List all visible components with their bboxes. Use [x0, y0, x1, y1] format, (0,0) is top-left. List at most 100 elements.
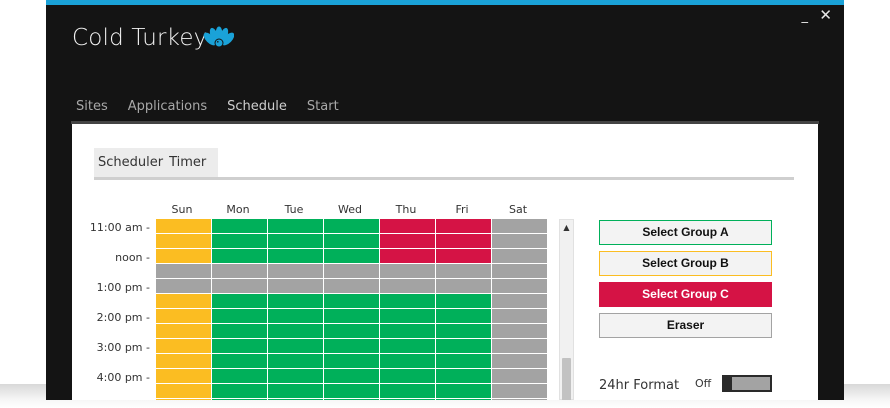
schedule-cell[interactable] — [212, 384, 267, 398]
tab-start[interactable]: Start — [307, 99, 339, 123]
schedule-cell[interactable] — [212, 249, 267, 263]
schedule-cell[interactable] — [436, 354, 491, 368]
schedule-cell[interactable] — [156, 339, 211, 353]
schedule-cell[interactable] — [212, 399, 267, 400]
schedule-cell[interactable] — [324, 219, 379, 233]
schedule-cell[interactable] — [324, 399, 379, 400]
schedule-cell[interactable] — [492, 234, 547, 248]
schedule-cell[interactable] — [156, 294, 211, 308]
schedule-cell[interactable] — [156, 369, 211, 383]
schedule-cell[interactable] — [156, 279, 211, 293]
schedule-cell[interactable] — [268, 324, 323, 338]
schedule-cell[interactable] — [212, 369, 267, 383]
schedule-cell[interactable] — [324, 264, 379, 278]
schedule-cell[interactable] — [212, 294, 267, 308]
select-group-b-button[interactable]: Select Group B — [599, 251, 772, 276]
schedule-cell[interactable] — [268, 249, 323, 263]
scroll-up-arrow-icon[interactable]: ▲ — [560, 223, 573, 232]
schedule-cell[interactable] — [324, 309, 379, 323]
tab-sites[interactable]: Sites — [76, 99, 108, 123]
schedule-cell[interactable] — [156, 264, 211, 278]
schedule-cell[interactable] — [380, 294, 435, 308]
schedule-cell[interactable] — [436, 249, 491, 263]
tab-timer[interactable]: Timer — [167, 148, 218, 178]
schedule-cell[interactable] — [380, 354, 435, 368]
schedule-cell[interactable] — [492, 354, 547, 368]
schedule-cell[interactable] — [156, 354, 211, 368]
schedule-cell[interactable] — [212, 354, 267, 368]
schedule-cell[interactable] — [268, 399, 323, 400]
schedule-cell[interactable] — [268, 294, 323, 308]
select-group-a-button[interactable]: Select Group A — [599, 220, 772, 245]
tab-schedule[interactable]: Schedule — [225, 99, 290, 123]
schedule-cell[interactable] — [380, 234, 435, 248]
scroll-thumb[interactable] — [562, 358, 571, 400]
schedule-cell[interactable] — [156, 324, 211, 338]
schedule-cell[interactable] — [268, 279, 323, 293]
schedule-cell[interactable] — [324, 324, 379, 338]
schedule-cell[interactable] — [324, 384, 379, 398]
schedule-cell[interactable] — [380, 339, 435, 353]
schedule-cell[interactable] — [436, 324, 491, 338]
schedule-cell[interactable] — [268, 339, 323, 353]
schedule-cell[interactable] — [380, 369, 435, 383]
schedule-cell[interactable] — [380, 279, 435, 293]
schedule-cell[interactable] — [380, 324, 435, 338]
schedule-cell[interactable] — [492, 279, 547, 293]
schedule-cell[interactable] — [436, 234, 491, 248]
eraser-button[interactable]: Eraser — [599, 313, 772, 338]
tab-applications[interactable]: Applications — [128, 99, 207, 123]
schedule-cell[interactable] — [268, 264, 323, 278]
schedule-cell[interactable] — [436, 219, 491, 233]
schedule-cell[interactable] — [268, 384, 323, 398]
schedule-cell[interactable] — [436, 339, 491, 353]
schedule-cell[interactable] — [492, 384, 547, 398]
schedule-cell[interactable] — [212, 234, 267, 248]
schedule-cell[interactable] — [212, 264, 267, 278]
minimize-button[interactable]: _ — [802, 9, 809, 24]
schedule-cell[interactable] — [492, 369, 547, 383]
schedule-cell[interactable] — [380, 399, 435, 400]
schedule-cell[interactable] — [212, 324, 267, 338]
schedule-cell[interactable] — [324, 339, 379, 353]
schedule-cell[interactable] — [436, 399, 491, 400]
schedule-cell[interactable] — [492, 324, 547, 338]
schedule-cell[interactable] — [324, 279, 379, 293]
schedule-cell[interactable] — [156, 399, 211, 400]
schedule-cell[interactable] — [212, 279, 267, 293]
schedule-cell[interactable] — [268, 309, 323, 323]
schedule-cell[interactable] — [156, 384, 211, 398]
toggle-knob[interactable] — [724, 377, 732, 390]
schedule-cell[interactable] — [156, 234, 211, 248]
schedule-cell[interactable] — [212, 309, 267, 323]
schedule-cell[interactable] — [212, 339, 267, 353]
schedule-cell[interactable] — [380, 309, 435, 323]
schedule-cell[interactable] — [492, 219, 547, 233]
schedule-cell[interactable] — [380, 264, 435, 278]
schedule-grid[interactable] — [156, 219, 548, 400]
schedule-cell[interactable] — [268, 219, 323, 233]
schedule-cell[interactable] — [380, 384, 435, 398]
schedule-cell[interactable] — [268, 369, 323, 383]
schedule-cell[interactable] — [380, 219, 435, 233]
schedule-cell[interactable] — [268, 354, 323, 368]
schedule-cell[interactable] — [156, 249, 211, 263]
tab-scheduler[interactable]: Scheduler — [94, 148, 168, 180]
grid-scrollbar[interactable]: ▲ — [559, 219, 574, 400]
schedule-cell[interactable] — [436, 384, 491, 398]
schedule-cell[interactable] — [324, 369, 379, 383]
schedule-cell[interactable] — [324, 249, 379, 263]
schedule-cell[interactable] — [436, 279, 491, 293]
schedule-cell[interactable] — [324, 294, 379, 308]
select-group-c-button[interactable]: Select Group C — [599, 282, 772, 307]
schedule-cell[interactable] — [268, 234, 323, 248]
close-button[interactable]: ✕ — [819, 6, 832, 24]
schedule-cell[interactable] — [436, 294, 491, 308]
schedule-cell[interactable] — [380, 249, 435, 263]
schedule-cell[interactable] — [436, 369, 491, 383]
format-toggle[interactable] — [722, 375, 772, 392]
schedule-cell[interactable] — [436, 309, 491, 323]
schedule-cell[interactable] — [492, 294, 547, 308]
schedule-cell[interactable] — [212, 219, 267, 233]
schedule-cell[interactable] — [492, 309, 547, 323]
